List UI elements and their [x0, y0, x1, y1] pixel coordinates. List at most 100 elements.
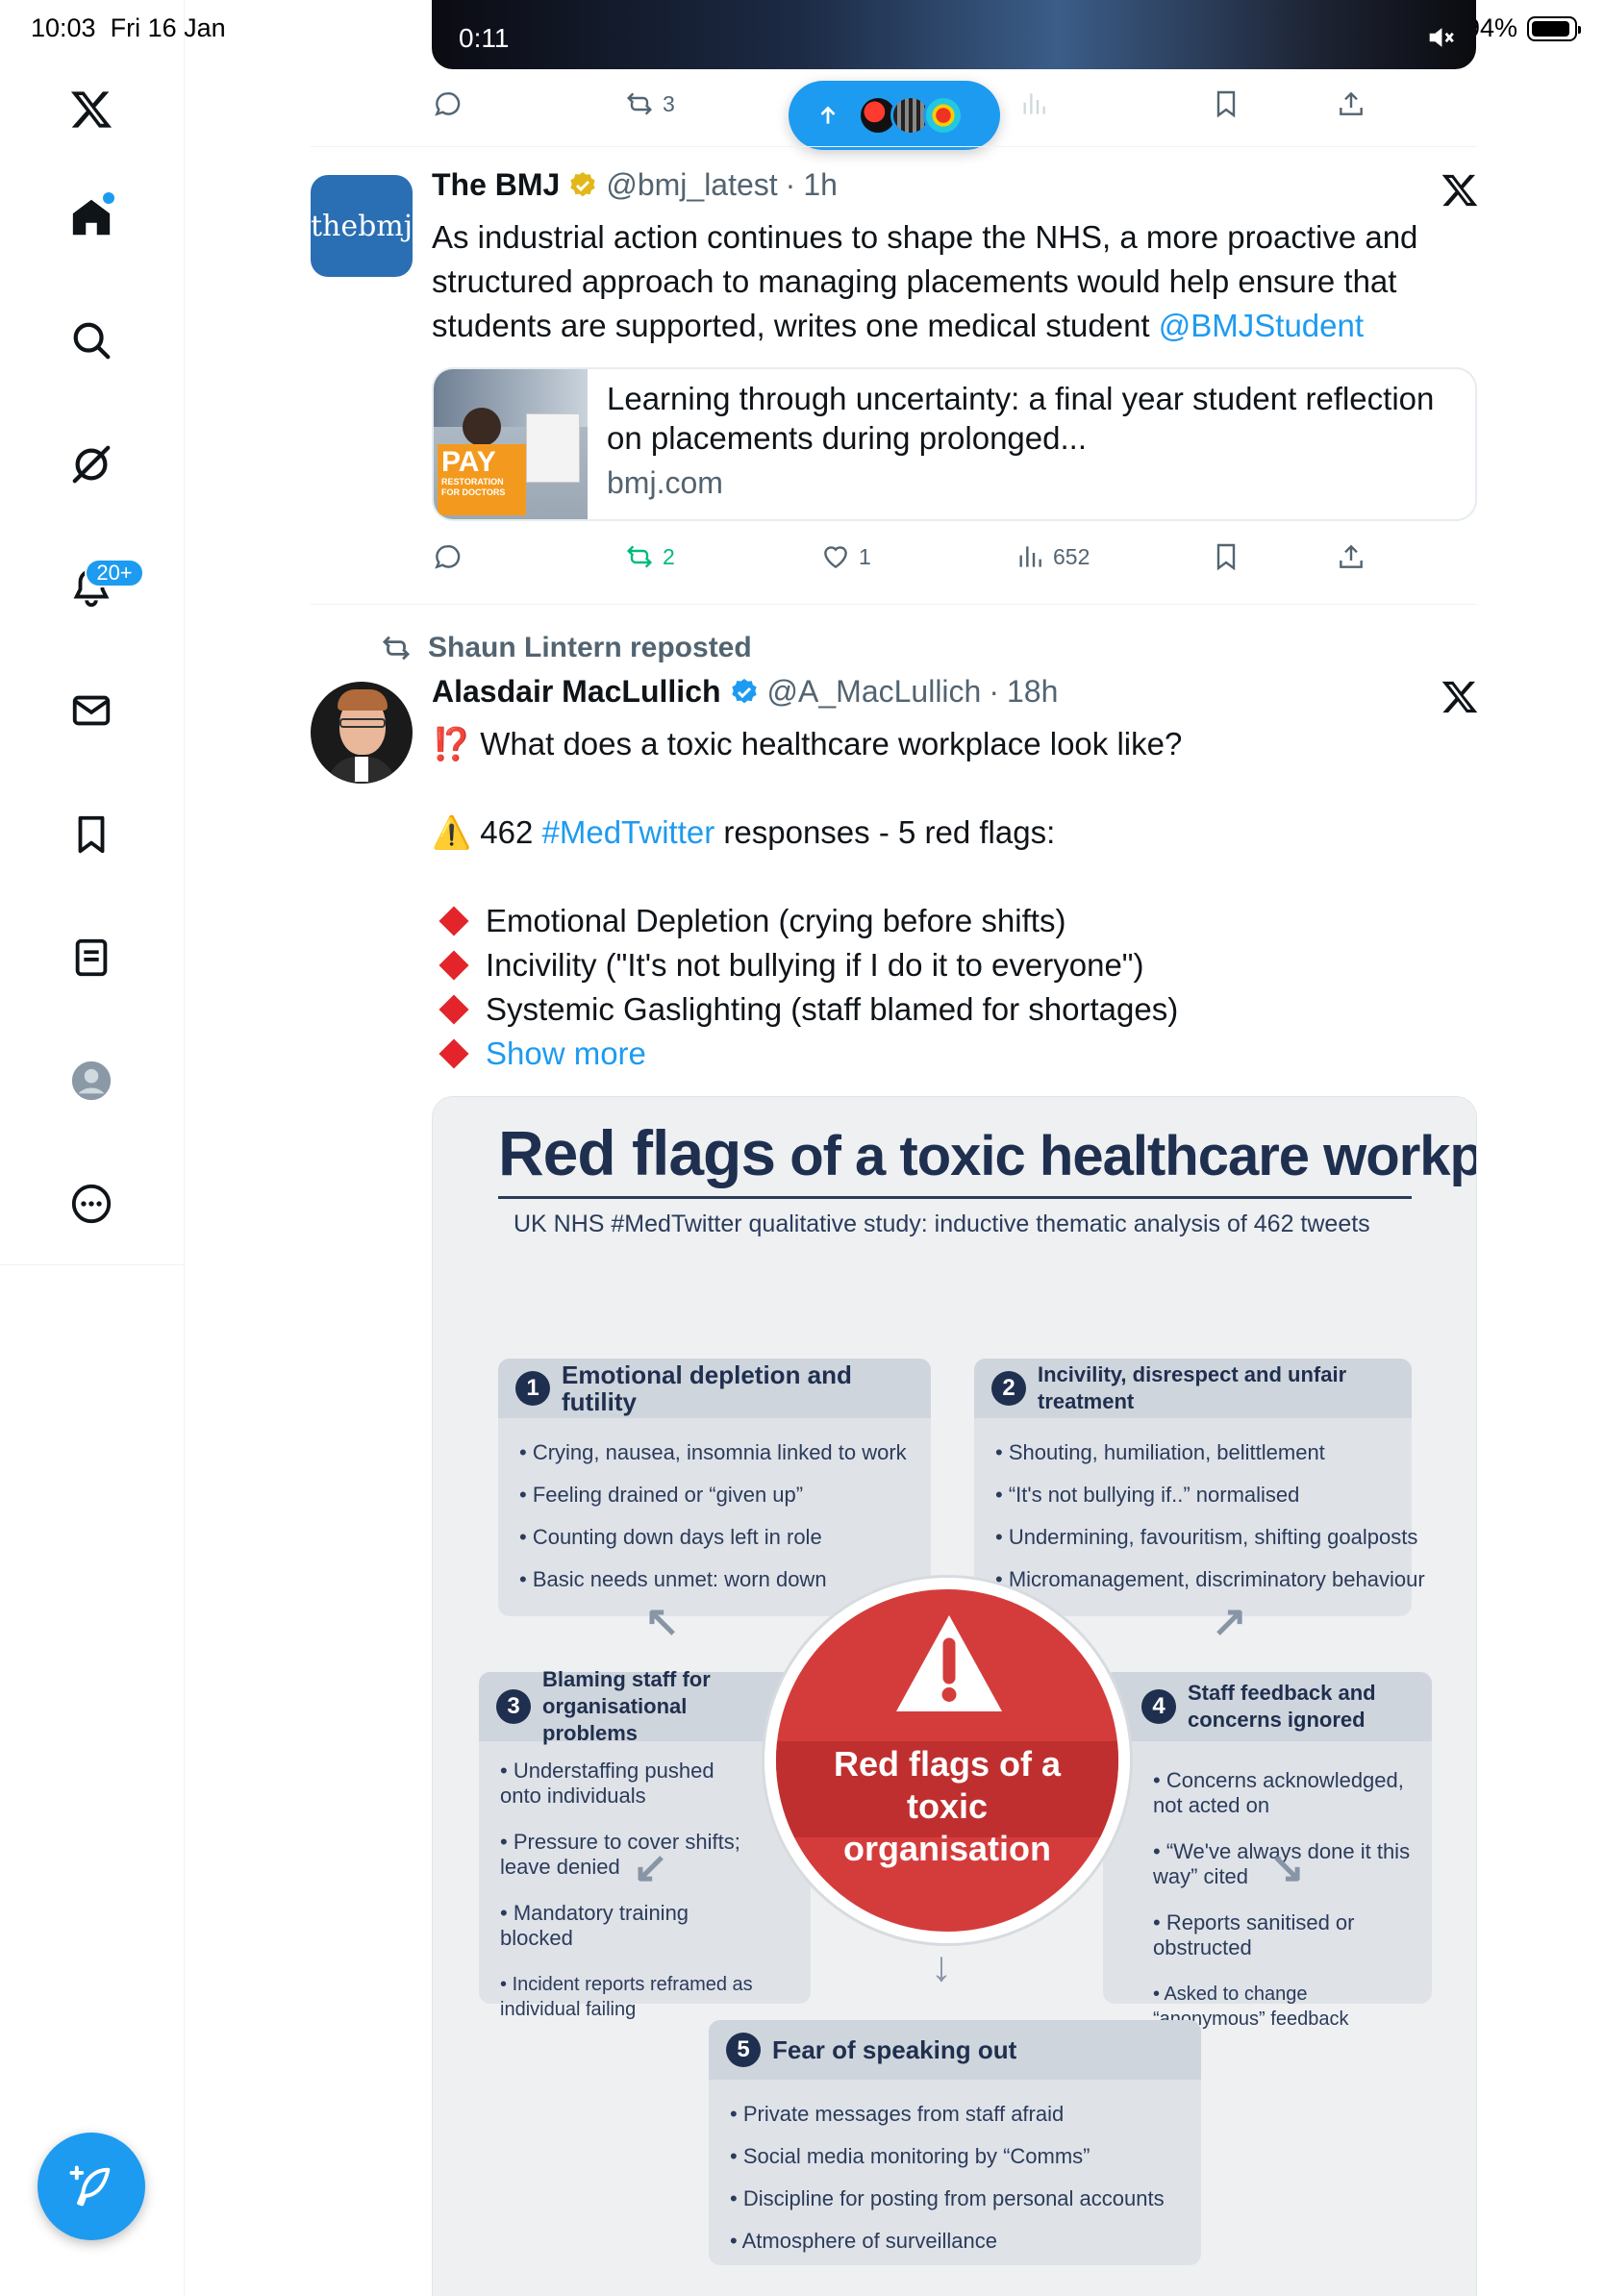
bookmark-icon	[1216, 90, 1236, 118]
center-label: Red flags of a toxic organisation	[833, 1744, 1062, 1868]
share-icon	[1340, 91, 1363, 115]
tweet-intro-text: responses - 5 red flags:	[714, 814, 1056, 850]
messages-icon[interactable]	[61, 680, 122, 741]
tweet-header: Alasdair MacLullich @A_MacLullich · 18h	[432, 674, 1059, 710]
flag-item: Systemic Gaslighting (staff blamed for s…	[432, 987, 1480, 1032]
box-item: Concerns acknowledged, not acted on	[1153, 1768, 1422, 1818]
box-item: Feeling drained or “given up”	[519, 1474, 921, 1516]
box-title: Blaming staff for organisational problem…	[542, 1667, 711, 1745]
views-button[interactable]: 652	[1015, 541, 1090, 572]
tweet1-actions: 2 1 652	[432, 541, 1476, 580]
home-unread-dot	[103, 192, 114, 204]
search-icon[interactable]	[61, 310, 122, 371]
tweet-count-text: 462	[480, 814, 542, 850]
retweet-button[interactable]: 2	[624, 541, 675, 572]
box-item: Crying, nausea, insomnia linked to work	[519, 1432, 921, 1474]
pill-avatar-3	[923, 95, 964, 136]
tweet-time[interactable]: 1h	[803, 167, 838, 203]
avatar[interactable]: thebmj	[311, 175, 413, 277]
home-icon[interactable]	[61, 187, 122, 248]
retweet-button[interactable]: 3	[624, 88, 675, 119]
box-title: Staff feedback and concerns ignored	[1188, 1681, 1376, 1732]
like-button[interactable]: 1	[820, 541, 871, 572]
author-name[interactable]: Alasdair MacLullich	[432, 674, 721, 710]
arrow-icon: ↙	[633, 1844, 668, 1891]
lists-icon[interactable]	[61, 927, 122, 988]
sidebar-divider	[0, 1264, 185, 1265]
show-more-link[interactable]: Show more	[486, 1032, 646, 1076]
flag-text: Systemic Gaslighting (staff blamed for s…	[486, 991, 1179, 1027]
flag-box-4: 4 Staff feedback and concerns ignored Con…	[1103, 1672, 1432, 2030]
author-handle[interactable]: @A_MacLullich	[767, 674, 982, 710]
repost-indicator[interactable]: Shaun Lintern reposted	[380, 632, 752, 664]
video-timestamp: 0:11	[459, 23, 510, 53]
box-item: Discipline for posting from personal acc…	[730, 2178, 1191, 2220]
box-item: Undermining, favouritism, shifting goalp…	[995, 1516, 1418, 1559]
box-item: Atmosphere of surveillance	[730, 2220, 1191, 2262]
flag-box-1: 1 Emotional depletion and futility Crying…	[498, 1359, 931, 1616]
box-item: Mandatory training blocked	[500, 1901, 760, 1951]
card-title: Learning through uncertainty: a final ye…	[607, 381, 1435, 456]
tweet-header: The BMJ @bmj_latest · 1h	[432, 167, 838, 203]
more-icon[interactable]	[61, 1173, 122, 1235]
reply-button[interactable]	[432, 541, 463, 572]
tweet-image[interactable]: Red flags of a toxic healthcare workplac…	[432, 1096, 1477, 2296]
x-grok-icon[interactable]	[1441, 171, 1479, 210]
bookmark-button[interactable]	[1211, 88, 1241, 119]
arrow-icon: ↖	[644, 1598, 680, 1645]
bmj-logo: thebmj	[311, 209, 413, 243]
mute-icon[interactable]	[1424, 21, 1457, 54]
box-item: Reports sanitised or obstructed	[1153, 1910, 1422, 1960]
tweet-line-question: ⁉️ What does a toxic healthcare workplac…	[432, 722, 1480, 766]
center-red-circle: Red flags of a toxic organisation	[764, 1578, 1130, 1943]
card-domain: bmj.com	[607, 465, 723, 500]
author-name[interactable]: The BMJ	[432, 167, 560, 203]
retweet-icon	[626, 545, 653, 568]
red-diamond-icon	[439, 950, 469, 981]
infographic-title: Red flags of a toxic healthcare workplac…	[498, 1116, 1476, 1189]
profile-icon[interactable]	[61, 1050, 122, 1111]
infographic-title-rest: of a toxic healthcare workplace culture	[789, 1125, 1476, 1187]
divider	[311, 604, 1477, 605]
tweet-time[interactable]: 18h	[1007, 674, 1058, 710]
sidebar: 20+	[0, 0, 185, 2296]
x-grok-icon[interactable]	[1441, 678, 1479, 716]
retweet-count: 2	[663, 543, 675, 569]
reposted-by-label: Shaun Lintern reposted	[428, 632, 752, 663]
card-thumbnail: PAY RESTORATION FOR DOCTORS	[434, 369, 588, 519]
views-icon	[1019, 546, 1041, 567]
retweet-count: 3	[663, 90, 675, 116]
mention-link[interactable]: @BMJStudent	[1159, 308, 1364, 343]
share-icon	[1340, 544, 1363, 568]
tweet-question: What does a toxic healthcare workplace l…	[480, 726, 1183, 761]
title-rule	[498, 1196, 1412, 1199]
flag-box-2: 2 Incivility, disrespect and unfair treat…	[974, 1359, 1425, 1616]
flag-text: Emotional Depletion (crying before shift…	[486, 903, 1066, 938]
share-button[interactable]	[1336, 88, 1366, 119]
share-button[interactable]	[1336, 541, 1366, 572]
grok-icon[interactable]	[61, 434, 122, 495]
compose-button[interactable]	[38, 2133, 145, 2240]
reply-button[interactable]	[432, 88, 463, 119]
hashtag-link[interactable]: #MedTwitter	[542, 814, 715, 850]
video-player[interactable]: 0:11	[432, 0, 1476, 69]
new-posts-pill[interactable]	[789, 81, 1000, 150]
retweet-icon	[382, 636, 411, 661]
box-item: Private messages from staff afraid	[730, 2093, 1191, 2135]
red-diamond-icon	[439, 994, 469, 1025]
bookmarks-icon[interactable]	[61, 804, 122, 865]
views-button[interactable]	[1018, 88, 1049, 119]
tweet-text: As industrial action continues to shape …	[432, 215, 1480, 348]
flag-item: Show more	[432, 1032, 1480, 1076]
bookmark-button[interactable]	[1211, 541, 1241, 572]
warning-icon	[896, 1615, 1002, 1711]
infographic-subtitle: UK NHS #MedTwitter qualitative study: in…	[514, 1210, 1370, 1237]
author-handle[interactable]: @bmj_latest	[606, 167, 777, 203]
x-logo-icon[interactable]	[61, 79, 122, 140]
link-card[interactable]: PAY RESTORATION FOR DOCTORS Learning thr…	[432, 367, 1477, 521]
view-count: 652	[1053, 543, 1090, 569]
avatar[interactable]	[311, 682, 413, 784]
box-number: 1	[515, 1371, 550, 1406]
infographic-title-emphasis: Red flags	[498, 1117, 776, 1188]
box-item: Counting down days left in role	[519, 1516, 921, 1559]
